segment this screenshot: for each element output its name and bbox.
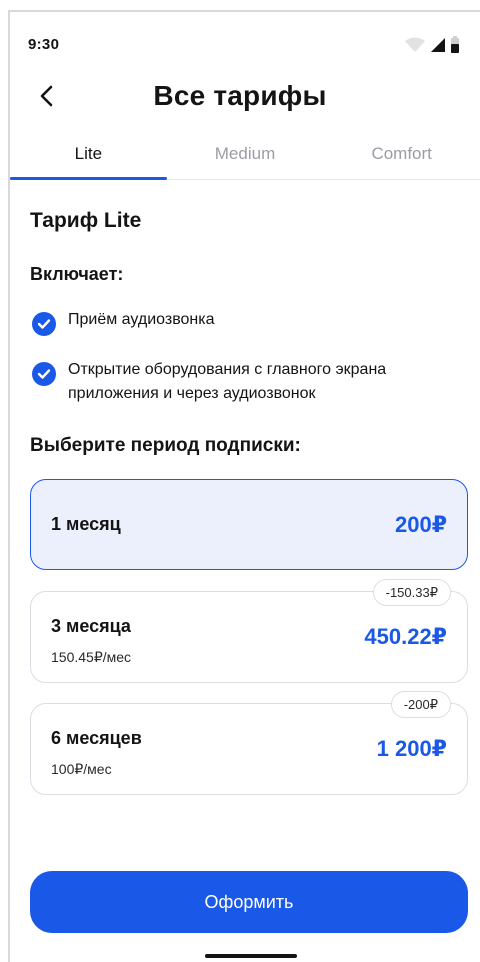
option-monthly-price: 100₽/мес [51, 761, 112, 777]
option-price: 450.22₽ [364, 624, 447, 649]
wifi-icon [404, 37, 426, 58]
home-indicator [205, 954, 297, 958]
feature-text: Приём аудиозвонка [68, 311, 215, 328]
subscribe-button[interactable]: Оформить [30, 871, 468, 933]
discount-badge: -200₽ [390, 691, 451, 718]
tab-bar: Lite Medium Comfort [10, 140, 480, 180]
status-icons [404, 36, 460, 58]
option-price: 1 200₽ [376, 736, 447, 761]
tab-medium[interactable]: Medium [167, 140, 324, 179]
feature-text: Открытие оборудования с главного экрана … [68, 361, 387, 402]
period-heading: Выберите период подписки: [30, 435, 301, 456]
check-icon [32, 362, 56, 386]
feature-item: Приём аудиозвонка [32, 308, 462, 336]
battery-icon [450, 36, 460, 58]
page-title: Все тарифы [153, 80, 327, 111]
option-monthly-price: 150.45₽/мес [51, 649, 132, 665]
option-name: 3 месяца [51, 616, 131, 636]
option-name: 1 месяц [51, 514, 121, 534]
plan-name: Тариф Lite [30, 209, 142, 232]
tab-lite[interactable]: Lite [10, 140, 167, 180]
tab-comfort[interactable]: Comfort [323, 140, 480, 179]
check-icon [32, 312, 56, 336]
discount-badge: -150.33₽ [372, 579, 451, 606]
period-option-1-month[interactable]: 1 месяц 200₽ [30, 479, 468, 570]
period-option-6-months[interactable]: -200₽ 6 месяцев 100₽/мес 1 200₽ [30, 691, 468, 795]
period-option-3-months[interactable]: -150.33₽ 3 месяца 150.45₽/мес 450.22₽ [30, 579, 468, 683]
status-time: 9:30 [28, 36, 60, 53]
includes-heading: Включает: [30, 264, 124, 284]
option-price: 200₽ [394, 512, 447, 537]
option-name: 6 месяцев [51, 728, 142, 748]
feature-item: Открытие оборудования с главного экрана … [32, 358, 462, 406]
signal-icon [429, 37, 447, 58]
